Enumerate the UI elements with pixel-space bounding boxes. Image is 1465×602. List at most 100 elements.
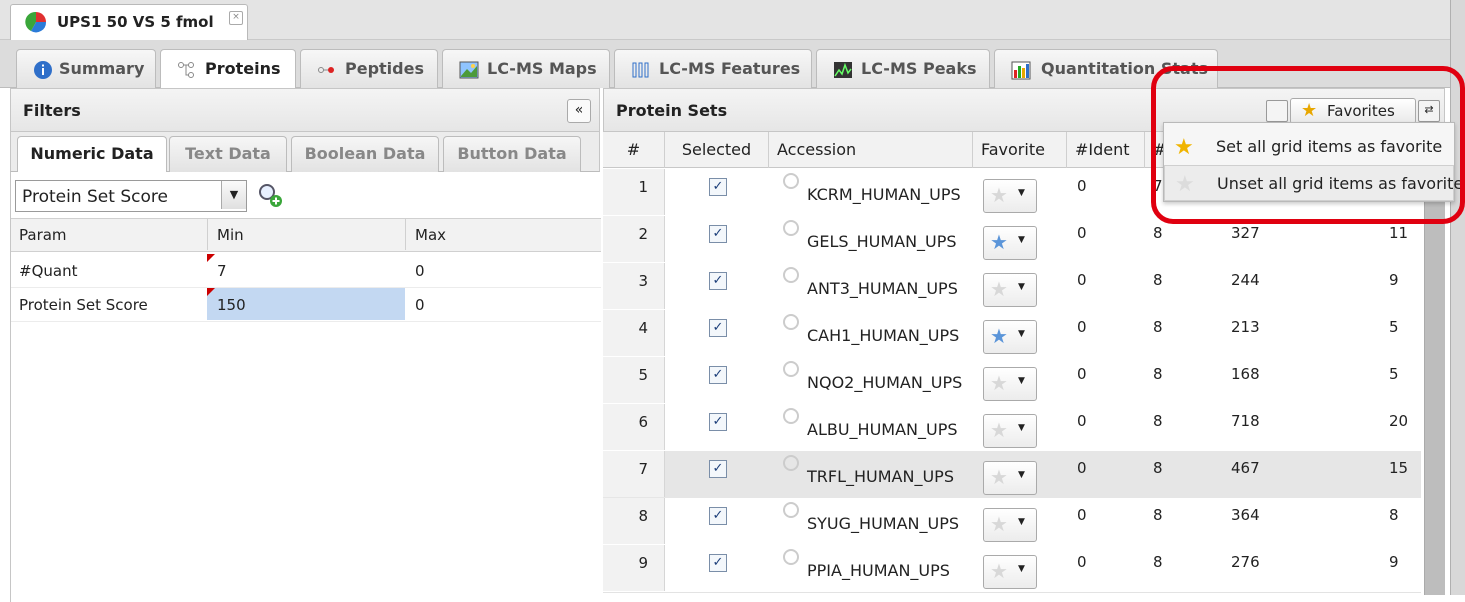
accession: SYUG_HUMAN_UPS [807,514,960,533]
tab-lcms-features[interactable]: LC-MS Features [614,49,812,88]
selected-checkbox[interactable]: ✓ [709,460,727,478]
magnifier-icon[interactable] [783,361,799,377]
chevron-down-icon: ▼ [1018,376,1025,386]
filter-min[interactable]: 7 [217,262,227,280]
column-divider [405,218,406,250]
selected-checkbox[interactable]: ✓ [709,319,727,337]
tab-boolean-data[interactable]: Boolean Data [291,136,439,173]
count-value: 8 [1153,318,1163,336]
peptide-count: 11 [1389,224,1409,242]
row-index: 4 [603,310,665,356]
chevron-down-icon: ▼ [1018,423,1025,433]
ident-count: 0 [1077,318,1087,336]
tab-numeric-data[interactable]: Numeric Data [17,136,167,173]
tree-icon [178,62,194,78]
magnifier-icon[interactable] [783,549,799,565]
favorite-toggle[interactable]: ★ ▼ [983,508,1037,542]
star-empty-icon: ★ [990,559,1008,583]
peptide-count: 15 [1389,459,1409,477]
star-empty-icon: ★ [990,277,1008,301]
tab-button-data[interactable]: Button Data [443,136,581,173]
filter-max[interactable]: 0 [415,296,425,314]
favorite-toggle[interactable]: ★ ▼ [983,461,1037,495]
selected-checkbox[interactable]: ✓ [709,225,727,243]
tab-label: LC-MS Peaks [861,59,977,78]
table-row[interactable]: 4 ✓ CAH1_HUMAN_UPS ★ ▼ 0 8 213 5 [603,310,1421,358]
table-row[interactable]: 5 ✓ NQO2_HUMAN_UPS ★ ▼ 0 8 168 5 [603,357,1421,405]
peptide-count: 8 [1389,506,1399,524]
favorite-toggle[interactable]: ★ ▼ [983,226,1037,260]
row-index: 2 [603,216,665,262]
tab-proteins[interactable]: Proteins [160,49,296,90]
table-row[interactable]: 9 ✓ PPIA_HUMAN_UPS ★ ▼ 0 8 276 9 [603,545,1421,593]
tab-lcms-maps[interactable]: LC-MS Maps [442,49,610,88]
favorite-toggle[interactable]: ★ ▼ [983,367,1037,401]
filter-min[interactable]: 150 [217,296,246,314]
row-index: 9 [603,545,665,591]
star-empty-icon: ★ [990,418,1008,442]
column-header-selected[interactable]: Selected [665,132,769,168]
favorite-toggle[interactable]: ★ ▼ [983,273,1037,307]
selected-checkbox[interactable]: ✓ [709,272,727,290]
selected-checkbox[interactable]: ✓ [709,366,727,384]
favorite-toggle[interactable]: ★ ▼ [983,320,1037,354]
features-icon [632,62,649,78]
column-header-accession[interactable]: Accession [769,132,973,168]
magnifier-icon[interactable] [783,455,799,471]
filter-row[interactable]: Protein Set Score 150 0 [11,288,601,322]
column-header-ident[interactable]: #Ident [1067,132,1145,168]
chevron-down-icon: ▼ [1018,564,1025,574]
column-header-favorite[interactable]: Favorite [973,132,1067,168]
param-select[interactable]: Protein Set Score ▼ [15,180,247,212]
tab-summary[interactable]: Summary [16,49,156,88]
ident-count: 0 [1077,224,1087,242]
filter-param: #Quant [19,262,78,280]
column-header-index[interactable]: # [603,132,665,168]
chevron-down-icon: ▼ [1018,282,1025,292]
table-row[interactable]: 6 ✓ ALBU_HUMAN_UPS ★ ▼ 0 8 718 20 [603,404,1421,452]
filter-max[interactable]: 0 [415,262,425,280]
table-row[interactable]: 8 ✓ SYUG_HUMAN_UPS ★ ▼ 0 8 364 8 [603,498,1421,546]
selected-checkbox[interactable]: ✓ [709,413,727,431]
selected-checkbox[interactable]: ✓ [709,507,727,525]
tab-lcms-peaks[interactable]: LC-MS Peaks [816,49,990,88]
close-icon[interactable]: × [229,11,243,25]
add-filter-icon[interactable] [257,182,283,208]
magnifier-icon[interactable] [783,408,799,424]
tab-label: LC-MS Maps [487,59,597,78]
table-row[interactable]: 3 ✓ ANT3_HUMAN_UPS ★ ▼ 0 8 244 9 [603,263,1421,311]
bar-chart-icon [1011,61,1031,80]
row-index: 8 [603,498,665,544]
favorite-toggle[interactable]: ★ ▼ [983,414,1037,448]
selected-checkbox[interactable]: ✓ [709,178,727,196]
peptide-count: 9 [1389,553,1399,571]
tab-label: Proteins [205,59,281,78]
selected-checkbox[interactable]: ✓ [709,554,727,572]
magnifier-icon[interactable] [783,173,799,189]
chevron-down-icon[interactable]: ▼ [221,181,246,209]
magnifier-icon[interactable] [783,267,799,283]
magnifier-icon[interactable] [783,314,799,330]
ident-count: 0 [1077,506,1087,524]
magnifier-icon[interactable] [783,220,799,236]
accession: ANT3_HUMAN_UPS [807,279,958,298]
document-title: UPS1 50 VS 5 fmol [57,13,214,31]
filter-row[interactable]: #Quant 7 0 [11,254,601,288]
row-index: 6 [603,404,665,450]
tab-label: Summary [59,59,145,78]
chevron-down-icon: ▼ [1018,470,1025,480]
accession: ALBU_HUMAN_UPS [807,420,958,439]
peptide-count: 5 [1389,365,1399,383]
filters-title: Filters [23,101,81,120]
document-tab[interactable]: UPS1 50 VS 5 fmol × [10,4,248,40]
count-value: 8 [1153,506,1163,524]
score-value: 327 [1231,224,1260,242]
magnifier-icon[interactable] [783,502,799,518]
collapse-icon[interactable]: « [567,99,591,123]
favorite-toggle[interactable]: ★ ▼ [983,179,1037,213]
table-row[interactable]: 7 ✓ TRFL_HUMAN_UPS ★ ▼ 0 8 467 15 [603,451,1421,499]
tab-peptides[interactable]: Peptides [300,49,438,88]
favorite-toggle[interactable]: ★ ▼ [983,555,1037,589]
peptide-count: 20 [1389,412,1409,430]
tab-text-data[interactable]: Text Data [169,136,287,173]
